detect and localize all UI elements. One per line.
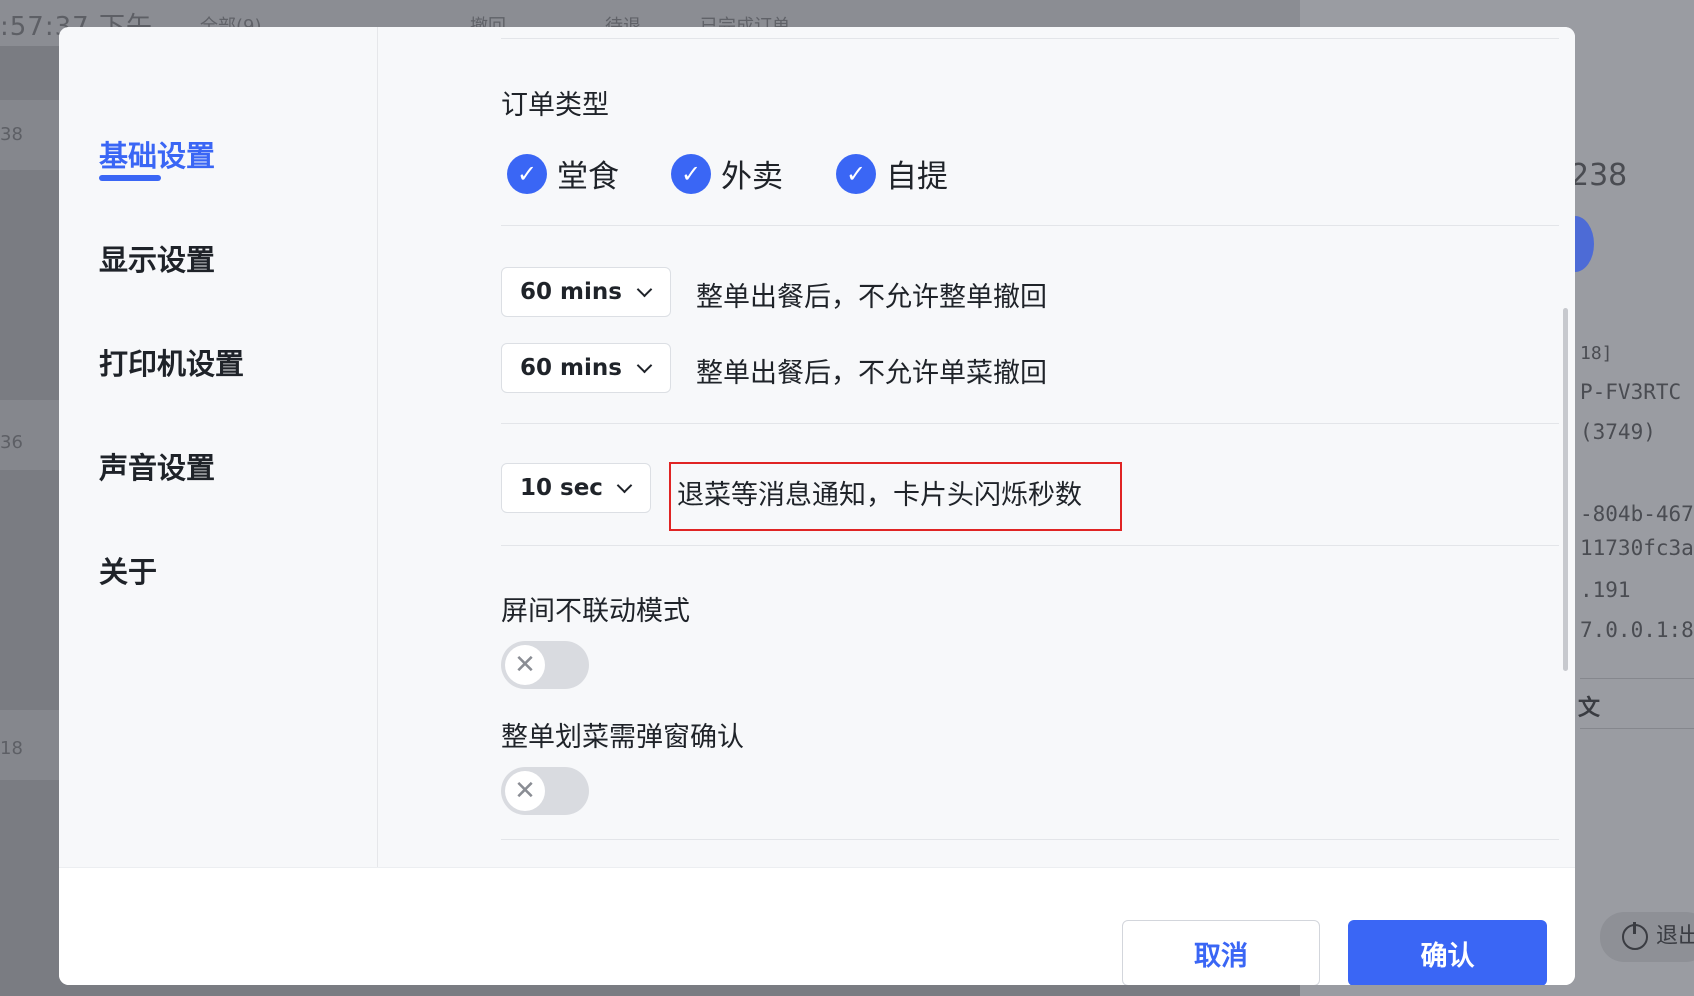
flash-seconds-select[interactable]: 10 sec	[501, 463, 651, 513]
background-panel-line: P-FV3RTC	[1580, 380, 1682, 404]
checkbox-label: 堂食	[557, 159, 619, 195]
select-value: 10 sec	[520, 475, 603, 501]
chevron-down-icon	[616, 477, 633, 494]
order-type-title: 订单类型	[501, 90, 609, 121]
checkbox-delivery[interactable]: ✓ 外卖	[671, 151, 783, 196]
background-panel-line: 18]	[1580, 343, 1613, 364]
close-icon: ✕	[505, 645, 545, 685]
check-icon: ✓	[671, 153, 711, 194]
background-row-number: 36	[0, 432, 23, 453]
screen-unlinked-toggle[interactable]: ✕	[501, 641, 589, 689]
flash-seconds-description: 退菜等消息通知，卡片头闪烁秒数	[677, 480, 1082, 511]
select-value: 60 mins	[520, 279, 622, 305]
confirm-button[interactable]: 确认	[1348, 920, 1547, 985]
background-panel-line: (3749)	[1580, 420, 1656, 444]
sidebar-item-basic-settings[interactable]: 基础设置	[99, 133, 215, 175]
divider	[501, 38, 1559, 39]
confirm-popup-toggle[interactable]: ✕	[501, 767, 589, 815]
recall-whole-order-select[interactable]: 60 mins	[501, 267, 671, 317]
active-tab-indicator	[99, 175, 161, 181]
background-divider	[1580, 728, 1694, 729]
chevron-down-icon	[636, 357, 653, 374]
sidebar-item-about[interactable]: 关于	[99, 549, 157, 591]
divider	[501, 225, 1559, 226]
sidebar-item-printer-settings[interactable]: 打印机设置	[99, 341, 244, 383]
background-label: 文	[1578, 696, 1601, 721]
checkbox-dine-in[interactable]: ✓ 堂食	[507, 151, 619, 196]
screen-unlinked-title: 屏间不联动模式	[501, 596, 690, 627]
background-panel-line: -804b-467	[1580, 502, 1694, 526]
divider	[501, 423, 1559, 424]
cancel-button[interactable]: 取消	[1122, 920, 1320, 985]
recall-single-dish-description: 整单出餐后，不允许单菜撤回	[696, 358, 1047, 389]
background-divider	[1580, 678, 1694, 679]
dialog-footer: 取消 确认	[59, 867, 1575, 985]
recall-single-dish-select[interactable]: 60 mins	[501, 343, 671, 393]
power-icon	[1622, 922, 1648, 950]
background-row-number: 18	[0, 738, 23, 759]
checkbox-label: 外卖	[721, 159, 783, 195]
chevron-down-icon	[636, 281, 653, 298]
sidebar-item-sound-settings[interactable]: 声音设置	[99, 445, 215, 487]
content-scrollbar[interactable]	[1563, 308, 1568, 671]
background-panel-line: 11730fc3a9	[1580, 536, 1694, 560]
settings-dialog: 基础设置 显示设置 打印机设置 声音设置 关于 订单类型 ✓ 堂食 ✓ 外卖 ✓…	[59, 27, 1575, 985]
checkbox-label: 自提	[886, 159, 948, 195]
checkbox-pickup[interactable]: ✓ 自提	[836, 151, 948, 196]
background-panel-line: 7.0.0.1:8999	[1580, 618, 1694, 642]
background-order-number: 238	[1570, 158, 1628, 193]
background-exit-label: 退出	[1656, 924, 1694, 949]
background-exit-button: 退出	[1600, 912, 1694, 962]
select-value: 60 mins	[520, 355, 622, 381]
divider	[501, 839, 1559, 840]
close-icon: ✕	[505, 771, 545, 811]
check-icon: ✓	[836, 153, 876, 194]
settings-content: 订单类型 ✓ 堂食 ✓ 外卖 ✓ 自提 60 mins 整单出餐后，不允许整单撤…	[378, 27, 1575, 867]
recall-whole-order-description: 整单出餐后，不允许整单撤回	[696, 282, 1047, 313]
sidebar-item-display-settings[interactable]: 显示设置	[99, 237, 215, 279]
background-panel-line: .191	[1580, 578, 1631, 602]
divider	[501, 545, 1559, 546]
check-icon: ✓	[507, 153, 547, 194]
background-row-number: 38	[0, 124, 23, 145]
settings-sidebar: 基础设置 显示设置 打印机设置 声音设置 关于	[59, 27, 378, 867]
confirm-popup-title: 整单划菜需弹窗确认	[501, 722, 744, 753]
